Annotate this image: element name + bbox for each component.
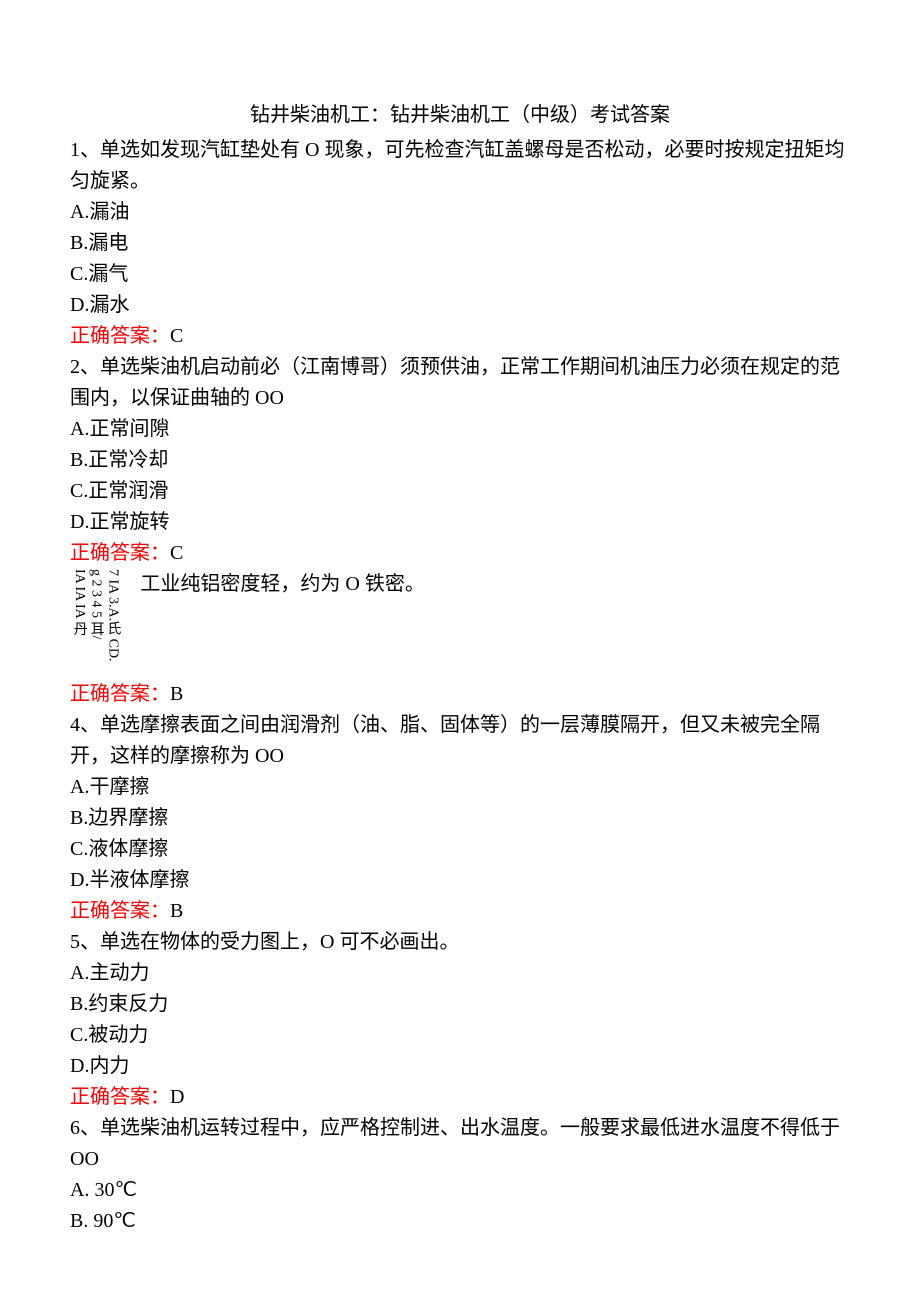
question-1-text: 1、单选如发现汽缸垫处有 O 现象，可先检查汽缸盖螺母是否松动，必要时按规定扭矩… (70, 135, 850, 197)
question-6-text: 6、单选柴油机运转过程中，应严格控制进、出水温度。一般要求最低进水温度不得低于 … (70, 1113, 850, 1175)
answer-value: B (170, 683, 183, 705)
page-title: 钻井柴油机工：钻井柴油机工（中级）考试答案 (70, 100, 850, 131)
answer-value: D (170, 1086, 184, 1108)
question-4-option-d: D.半液体摩擦 (70, 865, 850, 896)
question-3-text: 工业纯铝密度轻，约为 O 铁密。 (140, 569, 850, 600)
question-5-option-d: D.内力 (70, 1051, 850, 1082)
answer-label: 正确答案： (70, 1086, 170, 1108)
question-5-text: 5、单选在物体的受力图上，O 可不必画出。 (70, 927, 850, 958)
question-5-answer: 正确答案：D (70, 1082, 850, 1113)
question-6-option-b: B. 90℃ (70, 1206, 850, 1237)
question-1-option-b: B.漏电 (70, 228, 850, 259)
answer-value: C (170, 325, 183, 347)
question-4-text: 4、单选摩擦表面之间由润滑剂（油、脂、固体等）的一层薄膜隔开，但又未被完全隔开，… (70, 710, 850, 772)
answer-label: 正确答案： (70, 325, 170, 347)
question-4-option-a: A.干摩擦 (70, 772, 850, 803)
question-6-option-a: A. 30℃ (70, 1175, 850, 1206)
answer-value: B (170, 900, 183, 922)
question-1-answer: 正确答案：C (70, 321, 850, 352)
question-1-option-c: C.漏气 (70, 259, 850, 290)
question-5-option-c: C.被动力 (70, 1020, 850, 1051)
question-4-answer: 正确答案：B (70, 896, 850, 927)
answer-value: C (170, 542, 183, 564)
answer-label: 正确答案： (70, 683, 170, 705)
question-2-option-c: C.正常润滑 (70, 476, 850, 507)
question-1-option-d: D.漏水 (70, 290, 850, 321)
question-4-option-c: C.液体摩擦 (70, 834, 850, 865)
question-3-answer: 正确答案：B (70, 679, 850, 710)
answer-label: 正确答案： (70, 900, 170, 922)
question-3-vertical-text: 7 IA 3.A.氏 CD. g 2 3 4 5 耳/ IA IA IA 丹 (70, 569, 120, 679)
question-4-option-b: B.边界摩擦 (70, 803, 850, 834)
question-2-option-a: A.正常间隙 (70, 414, 850, 445)
question-2-text: 2、单选柴油机启动前必（江南博哥）须预供油，正常工作期间机油压力必须在规定的范围… (70, 352, 850, 414)
question-2-answer: 正确答案：C (70, 538, 850, 569)
question-2-option-d: D.正常旋转 (70, 507, 850, 538)
question-3-block: 7 IA 3.A.氏 CD. g 2 3 4 5 耳/ IA IA IA 丹 工… (70, 569, 850, 679)
question-5-option-a: A.主动力 (70, 958, 850, 989)
question-2-option-b: B.正常冷却 (70, 445, 850, 476)
question-1-option-a: A.漏油 (70, 197, 850, 228)
question-5-option-b: B.约束反力 (70, 989, 850, 1020)
answer-label: 正确答案： (70, 542, 170, 564)
